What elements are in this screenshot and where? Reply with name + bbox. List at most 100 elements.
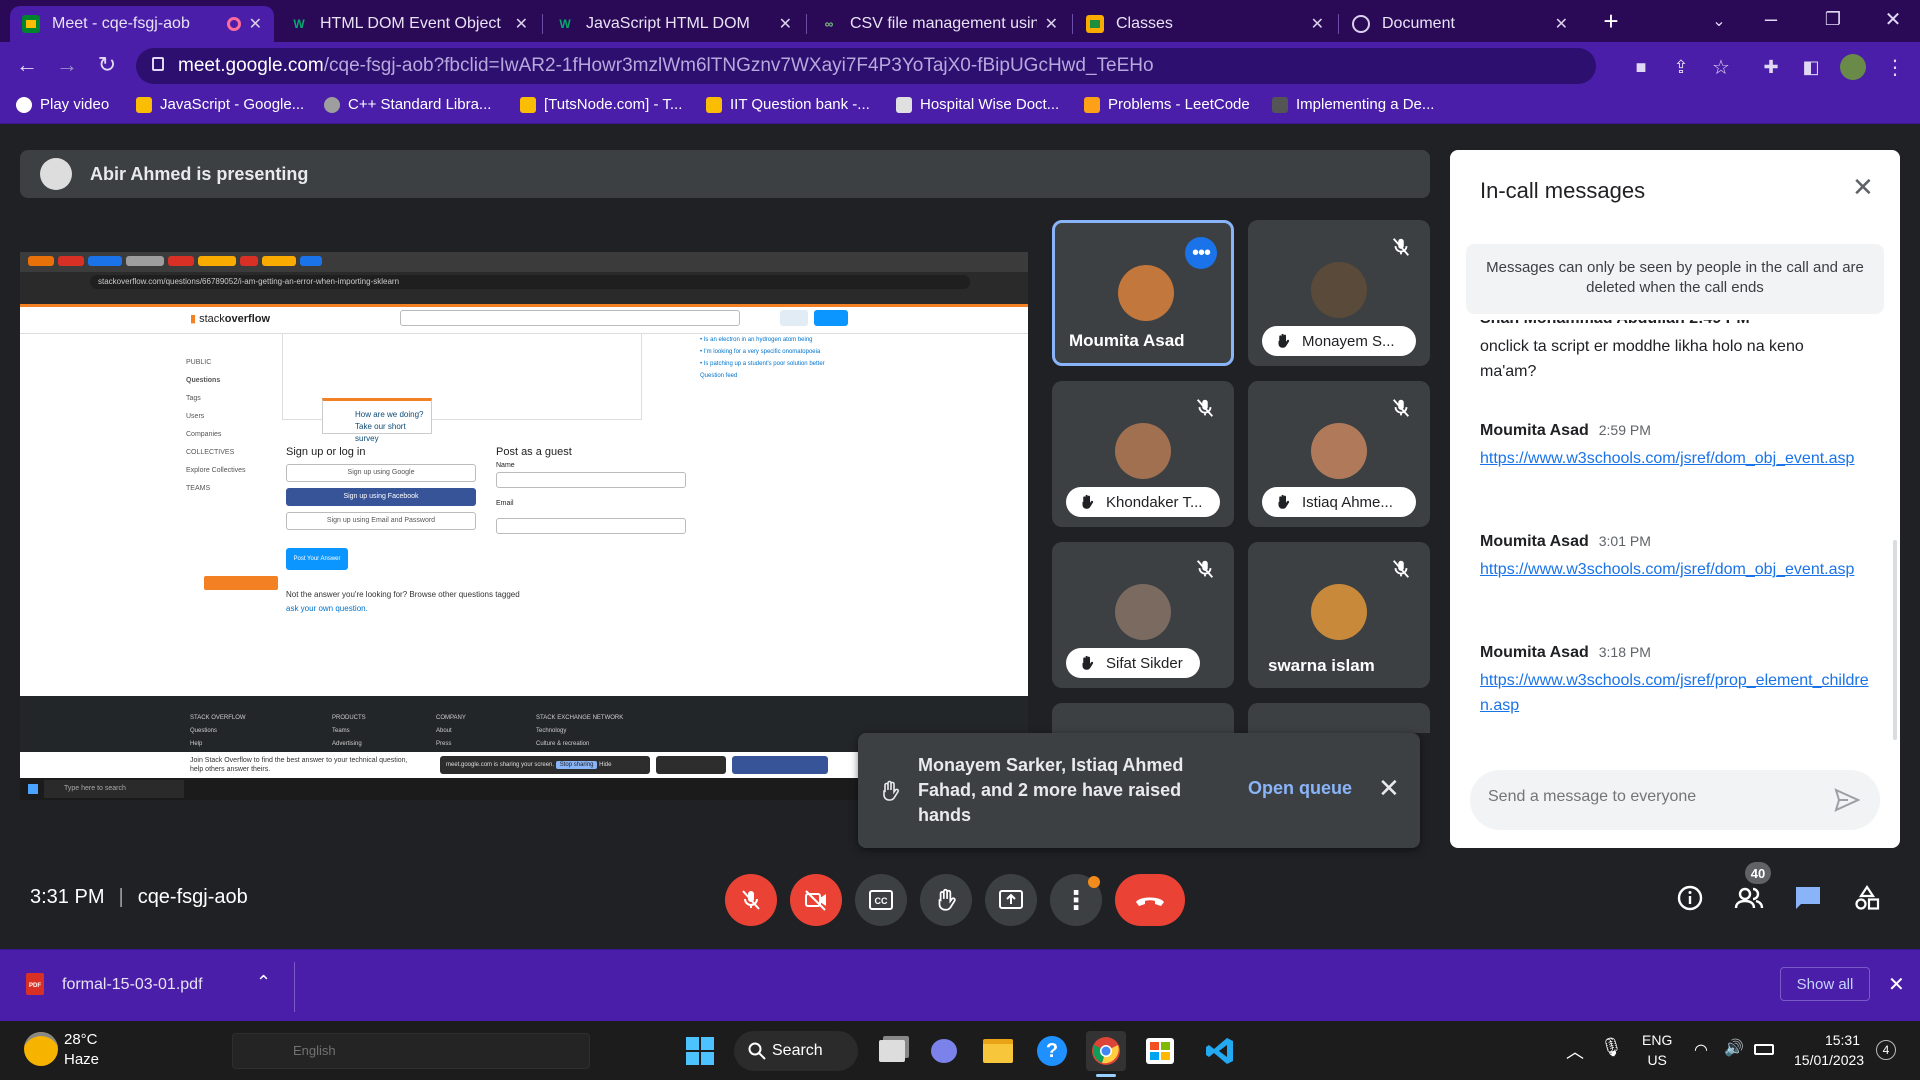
language-toolbar[interactable]: English [232,1033,590,1069]
back-icon[interactable]: ← [12,50,42,80]
close-tab-icon[interactable]: ✕ [249,14,262,34]
bookmark-leetcode[interactable]: Problems - LeetCode [1084,96,1250,113]
profile-avatar[interactable] [1840,54,1866,80]
help-app-button[interactable]: ? [1032,1031,1072,1071]
participant-tile[interactable] [1052,703,1234,733]
tab-search-chevron-icon[interactable]: ⌄ [1704,6,1734,36]
microphone-icon[interactable]: 🎙 [1600,1037,1623,1058]
people-button[interactable]: 40 [1731,862,1771,916]
task-view-button[interactable] [872,1031,912,1071]
bookmark-star-icon[interactable]: ☆ [1706,52,1736,82]
volume-icon[interactable]: 🔊 [1724,1038,1744,1058]
participant-tile[interactable]: swarna islam [1248,542,1430,688]
tab-csv-file[interactable]: ∞ CSV file management using ✕ [808,6,1070,42]
captions-button[interactable]: CC [855,874,907,926]
participant-tile[interactable]: ••• Moumita Asad [1052,220,1234,366]
participant-avatar [1311,584,1367,640]
bookmark-cpp[interactable]: C++ Standard Libra... [324,96,491,113]
message-link[interactable]: https://www.w3schools.com/jsref/dom_obj_… [1480,561,1854,578]
tab-meet[interactable]: Meet - cqe-fsgj-aob ✕ [10,6,274,42]
close-tab-icon[interactable]: ✕ [779,14,792,34]
meeting-details-button[interactable] [1672,880,1708,916]
open-queue-button[interactable]: Open queue [1248,778,1352,799]
share-icon[interactable]: ⇪ [1666,52,1696,82]
close-panel-icon[interactable]: ✕ [1852,172,1874,203]
camera-toggle-button[interactable] [790,874,842,926]
close-tab-icon[interactable]: ✕ [1555,14,1568,34]
send-icon[interactable] [1834,788,1860,812]
bookmark-iit[interactable]: IIT Question bank -... [706,96,870,113]
input-language[interactable]: ENG US [1642,1030,1672,1070]
chevron-up-icon[interactable]: ⌃ [256,972,271,993]
raised-hand-icon [1278,333,1290,348]
more-options-icon[interactable]: ••• [1185,237,1217,269]
close-tab-icon[interactable]: ✕ [1311,14,1324,34]
address-bar[interactable]: meet.google.com/cqe-fsgj-aob?fbclid=IwAR… [136,48,1596,84]
participant-tile[interactable]: Monayem S... [1248,220,1430,366]
tab-document[interactable]: Document ✕ [1340,6,1580,42]
message-link[interactable]: https://www.w3schools.com/jsref/dom_obj_… [1480,450,1854,467]
reload-icon[interactable]: ↻ [92,50,122,80]
hide-label: Hide [599,762,612,768]
participant-tile[interactable] [1248,703,1430,733]
vscode-button[interactable] [1200,1031,1240,1071]
teams-chat-button[interactable] [924,1031,964,1071]
chrome-button[interactable] [1086,1031,1126,1071]
presenting-banner: Abir Ahmed is presenting [20,150,1430,198]
new-tab-button[interactable]: + [1596,6,1626,36]
participant-tile[interactable]: Sifat Sikder [1052,542,1234,688]
drive-icon [520,96,536,113]
tab-html-dom-event[interactable]: W HTML DOM Event Object ✕ [278,6,540,42]
clock[interactable]: 15:31 15/01/2023 [1794,1030,1864,1070]
menu-dots-icon[interactable]: ⋮ [1880,52,1910,82]
close-window-button[interactable]: ✕ [1878,4,1908,34]
activities-button[interactable] [1849,880,1885,916]
participant-tile[interactable]: Istiaq Ahme... [1248,381,1430,527]
more-options-button[interactable]: ⋮ [1050,874,1102,926]
download-filename[interactable]: formal-15-03-01.pdf [62,976,203,994]
tab-javascript-html-dom[interactable]: W JavaScript HTML DOM ✕ [544,6,804,42]
wifi-icon[interactable]: ◠ [1694,1040,1708,1060]
camera-in-use-icon[interactable]: ■ [1626,52,1656,82]
battery-icon[interactable] [1754,1044,1774,1055]
side-panel-icon[interactable]: ◧ [1796,52,1826,82]
message-input-field[interactable] [1488,788,1818,806]
taskbar-search[interactable]: Search [734,1031,858,1071]
raise-hand-button[interactable] [920,874,972,926]
extensions-puzzle-icon[interactable]: ✚ [1756,52,1786,82]
notification-badge[interactable]: 4 [1876,1040,1896,1060]
store-button[interactable] [1140,1031,1180,1071]
show-hidden-icons[interactable]: ︿ [1566,1038,1584,1064]
bookmark-label: C++ Standard Libra... [348,96,492,113]
start-button[interactable] [680,1031,720,1071]
minimize-window-button[interactable]: – [1756,4,1786,34]
present-screen-button[interactable] [985,874,1037,926]
google-classroom-icon [1086,15,1104,33]
bookmark-hospital[interactable]: Hospital Wise Doct... [896,96,1059,113]
tab-classes[interactable]: Classes ✕ [1074,6,1336,42]
bookmark-play-video[interactable]: Play video [16,96,109,113]
chat-button[interactable] [1790,880,1826,916]
message-input[interactable] [1470,770,1880,830]
file-explorer-button[interactable] [978,1031,1018,1071]
message-sender: Moumita Asad [1480,533,1589,550]
weather-widget[interactable]: 28°C Haze [64,1030,99,1070]
bookmark-implementing[interactable]: Implementing a De... [1272,96,1434,113]
mic-off-icon [1392,560,1410,578]
restore-window-button[interactable]: ❐ [1818,4,1848,34]
message-link[interactable]: https://www.w3schools.com/jsref/prop_ele… [1480,672,1869,714]
close-tab-icon[interactable]: ✕ [1045,14,1058,34]
forward-icon[interactable]: → [52,50,82,80]
mic-toggle-button[interactable] [725,874,777,926]
close-toast-icon[interactable]: ✕ [1378,773,1400,804]
clock-time: 15:31 [1824,1032,1860,1048]
panel-scrollbar[interactable] [1893,540,1897,740]
close-downloads-icon[interactable]: ✕ [1888,972,1905,997]
participant-tile[interactable]: Khondaker T... [1052,381,1234,527]
bookmark-javascript[interactable]: JavaScript - Google... [136,96,304,113]
leave-call-button[interactable] [1115,874,1185,926]
raised-hand-pill: Khondaker T... [1066,487,1220,517]
close-tab-icon[interactable]: ✕ [515,14,528,34]
bookmark-tutsnode[interactable]: [TutsNode.com] - T... [520,96,682,113]
show-all-button[interactable]: Show all [1780,967,1870,1001]
